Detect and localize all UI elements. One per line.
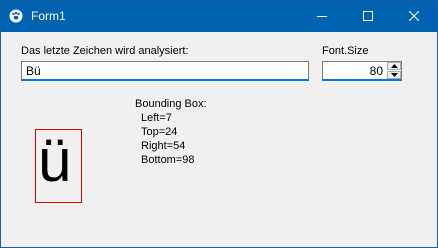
bounding-box-info: Bounding Box: Left=7 Top=24 Right=54 Bot…	[135, 97, 207, 167]
font-size-label: Font.Size	[322, 45, 369, 57]
close-button[interactable]	[391, 1, 437, 32]
chevron-down-icon	[391, 73, 398, 77]
preview-glyph: ü	[38, 129, 72, 194]
bounding-box-title: Bounding Box:	[135, 98, 207, 110]
close-icon	[409, 11, 419, 21]
paw-icon	[9, 9, 23, 23]
minimize-icon	[317, 16, 327, 17]
font-size-input[interactable]	[323, 62, 385, 79]
spin-down-button[interactable]	[387, 71, 401, 79]
maximize-icon	[363, 11, 373, 21]
main-window: Form1 Das letzte Zeichen wird analysiert…	[0, 0, 438, 248]
maximize-button[interactable]	[345, 1, 391, 32]
font-size-stepper[interactable]	[322, 61, 402, 81]
input-label: Das letzte Zeichen wird analysiert:	[21, 45, 189, 57]
bbox-top: Top=24	[141, 126, 178, 138]
title-bar[interactable]: Form1	[1, 1, 437, 32]
glyph-preview: ü	[35, 129, 82, 203]
minimize-button[interactable]	[299, 1, 345, 32]
chevron-up-icon	[391, 64, 398, 68]
bbox-left: Left=7	[141, 112, 172, 124]
spin-up-button[interactable]	[387, 62, 401, 70]
bbox-right: Right=54	[141, 140, 186, 152]
bbox-bottom: Bottom=98	[141, 154, 195, 166]
character-input[interactable]	[21, 61, 309, 81]
window-title: Form1	[31, 9, 66, 23]
